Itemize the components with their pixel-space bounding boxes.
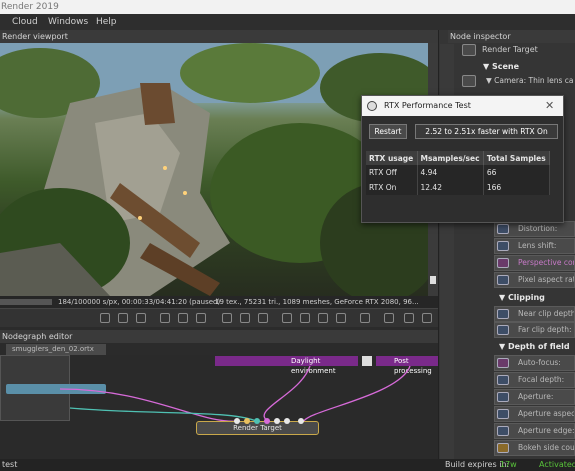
focus-icon[interactable] xyxy=(178,313,188,323)
inspector-render-target: Render Target xyxy=(482,45,538,54)
settings-icon[interactable] xyxy=(422,313,432,323)
rtx-performance-dialog: RTX Performance Test ✕ Restart 2.52 to 2… xyxy=(361,95,564,223)
lock-icon[interactable] xyxy=(258,313,268,323)
film-region-icon[interactable] xyxy=(240,313,250,323)
table-row: RTX On 12.42 166 xyxy=(366,180,551,195)
bokeh-side-count-icon xyxy=(497,443,509,453)
clipping-section[interactable]: ▼ Clipping xyxy=(499,293,545,302)
render-target-node-label: Render Target xyxy=(233,424,282,432)
scroll-down-arrow-icon[interactable] xyxy=(430,276,436,284)
column-header: RTX usage xyxy=(366,151,418,165)
aperture-icon xyxy=(497,392,509,402)
viewport-panel-title: Render viewport xyxy=(0,30,438,43)
camera-icon[interactable] xyxy=(160,313,170,323)
node-input-pin[interactable] xyxy=(244,418,250,424)
rtx-results-table: RTX usage Msamples/sec Total Samples RTX… xyxy=(366,151,551,195)
menu-help[interactable]: Help xyxy=(96,14,117,30)
restart-button[interactable]: Restart xyxy=(369,124,407,139)
bottom-left-text: test xyxy=(2,460,18,469)
aperture-edge-icon xyxy=(497,426,509,436)
menu-bar: Cloud Windows Help xyxy=(0,14,575,30)
distortion-icon xyxy=(497,224,509,234)
column-header: Total Samples xyxy=(483,151,551,165)
window-title-bar: Render 2019 xyxy=(0,0,575,14)
gizmo-icon[interactable] xyxy=(282,313,292,323)
speedup-result: 2.52 to 2.51x faster with RTX On xyxy=(415,124,558,139)
table-cell: 66 xyxy=(483,165,551,180)
render-target-icon xyxy=(462,44,476,56)
table-cell: 166 xyxy=(483,180,551,195)
move-icon[interactable] xyxy=(300,313,310,323)
dialog-title: RTX Performance Test xyxy=(384,101,471,110)
depth-of-field-section[interactable]: ▼ Depth of field xyxy=(499,342,570,351)
render-progress-text: 184/100000 s/px, 00:00:33/04:41:20 (paus… xyxy=(58,298,221,306)
node-input-pin[interactable] xyxy=(284,418,290,424)
inspector-panel-title: Node inspector xyxy=(448,30,575,43)
menu-cloud[interactable]: Cloud xyxy=(12,14,38,30)
region-icon[interactable] xyxy=(222,313,232,323)
table-cell: RTX Off xyxy=(366,165,418,180)
pixel-aspect-icon xyxy=(497,275,509,285)
bottom-status-bar: test Build expires in: 17w Activated xyxy=(0,459,575,471)
stop-icon[interactable] xyxy=(100,313,110,323)
nodegraph-title-label: Nodegraph editor xyxy=(2,332,73,341)
table-cell: 12.42 xyxy=(417,180,484,195)
scale-icon[interactable] xyxy=(336,313,346,323)
far-clip-icon xyxy=(497,325,509,335)
focal-depth-icon xyxy=(497,375,509,385)
inspector-title-label: Node inspector xyxy=(450,32,511,41)
menu-windows[interactable]: Windows xyxy=(48,14,88,30)
camera-icon xyxy=(462,75,476,87)
zoom-icon[interactable] xyxy=(404,313,414,323)
node-input-pin[interactable] xyxy=(274,418,280,424)
node-input-pin[interactable] xyxy=(234,418,240,424)
render-statusbar: 184/100000 s/px, 00:00:33/04:41:20 (paus… xyxy=(0,296,438,308)
nodegraph-file-tab[interactable]: smugglers_den_02.ortx xyxy=(6,344,106,355)
window-title: Render 2019 xyxy=(1,2,59,12)
build-expires-value: 17w xyxy=(500,460,517,469)
scene-section[interactable]: ▼ Scene xyxy=(483,62,519,71)
column-header: Msamples/sec xyxy=(417,151,484,165)
close-icon[interactable]: ✕ xyxy=(545,96,554,116)
table-cell: 4.94 xyxy=(417,165,484,180)
app-gear-icon xyxy=(367,101,377,111)
node-input-pin[interactable] xyxy=(264,418,270,424)
activation-status: Activated xyxy=(539,460,575,469)
viewport-toolbar xyxy=(0,308,438,327)
picker-icon[interactable] xyxy=(196,313,206,323)
nodegraph-canvas[interactable]: Daylight environment Post processing Ren… xyxy=(0,355,438,459)
aperture-aspect-icon xyxy=(497,409,509,419)
grid-icon[interactable] xyxy=(384,313,394,323)
viewport-title-label: Render viewport xyxy=(2,32,68,41)
play-icon[interactable] xyxy=(136,313,146,323)
perspective-correction-icon xyxy=(497,258,509,268)
node-input-pin[interactable] xyxy=(254,418,260,424)
camera-section[interactable]: ▼ Camera: Thin lens ca xyxy=(486,76,574,85)
pause-icon[interactable] xyxy=(118,313,128,323)
auto-focus-icon xyxy=(497,358,509,368)
render-progress-bar xyxy=(0,299,52,305)
scene-info-text: 19 tex., 75231 tri., 1089 meshes, GeForc… xyxy=(215,298,419,306)
near-clip-icon xyxy=(497,309,509,319)
nodegraph-panel-title: Nodegraph editor xyxy=(0,330,438,343)
world-icon[interactable] xyxy=(360,313,370,323)
node-input-pin[interactable] xyxy=(298,418,304,424)
node-wires xyxy=(59,365,411,422)
table-row: RTX Off 4.94 66 xyxy=(366,165,551,180)
rotate-icon[interactable] xyxy=(318,313,328,323)
lens-shift-icon xyxy=(497,241,509,251)
table-cell: RTX On xyxy=(366,180,418,195)
dialog-title-bar[interactable]: RTX Performance Test ✕ xyxy=(362,96,563,116)
